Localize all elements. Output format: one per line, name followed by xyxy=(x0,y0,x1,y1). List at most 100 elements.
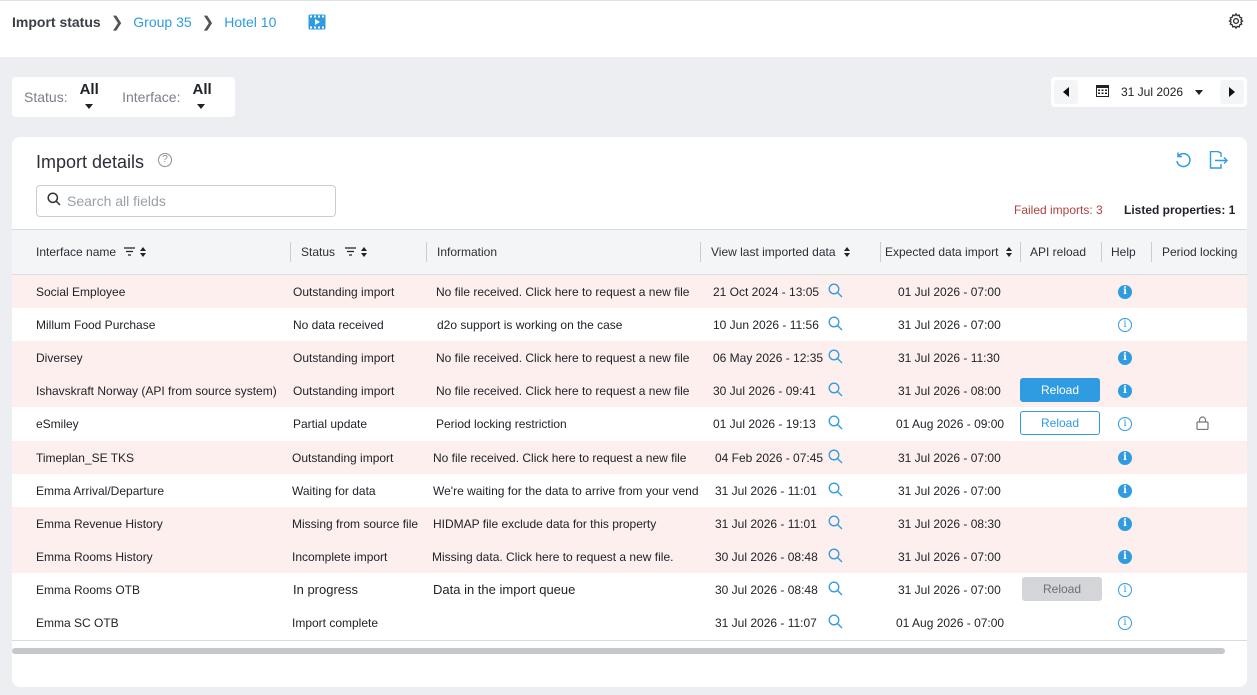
breadcrumb-group[interactable]: Group 35 xyxy=(133,14,191,30)
status-filter-dropdown[interactable]: All xyxy=(80,81,123,114)
information-cell[interactable]: Data in the import queue xyxy=(433,573,706,606)
information-cell[interactable]: Period locking restriction xyxy=(436,407,709,440)
col-help-label: Help xyxy=(1111,245,1136,259)
table-row[interactable]: Emma Rooms History Incomplete import Missi… xyxy=(12,540,1247,573)
info-outline-icon[interactable]: i xyxy=(1118,417,1132,431)
last-import-cell: 06 May 2026 - 12:35 xyxy=(713,350,823,365)
search-icon[interactable] xyxy=(828,415,843,433)
search-icon[interactable] xyxy=(828,449,843,467)
info-icon[interactable]: i xyxy=(1118,451,1132,465)
last-import-cell: 31 Jul 2026 - 11:01 xyxy=(715,483,817,498)
info-outline-icon[interactable]: i xyxy=(1118,583,1132,597)
interface-name-cell: Emma Arrival/Departure xyxy=(36,483,165,498)
status-cell: Outstanding import xyxy=(293,350,395,365)
filter-icon[interactable] xyxy=(345,245,357,259)
table-row[interactable]: Social Employee Outstanding import No file… xyxy=(12,275,1247,308)
expected-import-cell: 31 Jul 2026 - 07:00 xyxy=(898,483,1001,498)
last-import-cell: 30 Jul 2026 - 08:48 xyxy=(715,549,818,564)
information-cell[interactable]: No file received. Click here to request … xyxy=(436,341,709,374)
info-outline-icon[interactable]: i xyxy=(1118,318,1132,332)
horizontal-scrollbar[interactable] xyxy=(12,648,1225,654)
sort-icon[interactable] xyxy=(361,247,368,257)
information-cell[interactable]: HIDMAP file exclude data for this proper… xyxy=(433,507,706,540)
search-icon[interactable] xyxy=(828,548,843,566)
interface-name-cell: Emma Rooms History xyxy=(36,549,153,564)
status-cell: Missing from source file xyxy=(292,516,419,531)
col-expected[interactable]: Expected data import xyxy=(885,230,1013,274)
failed-imports-count[interactable]: Failed imports: 3 xyxy=(1014,203,1103,217)
chevron-right-icon: ❯ xyxy=(201,14,215,31)
expected-import-cell: 01 Jul 2026 - 07:00 xyxy=(898,284,1001,299)
last-import-cell: 04 Feb 2026 - 07:45 xyxy=(715,450,824,465)
information-cell[interactable]: No file received. Click here to request … xyxy=(436,374,709,407)
filter-icon[interactable] xyxy=(124,245,136,259)
search-icon[interactable] xyxy=(828,581,843,599)
table-row[interactable]: eSmiley Partial update Period locking rest… xyxy=(12,407,1247,440)
interface-name-cell: Emma Revenue History xyxy=(36,516,163,531)
search-icon[interactable] xyxy=(828,482,843,500)
table-row[interactable]: Timeplan_SE TKS Outstanding import No file… xyxy=(12,441,1247,474)
calendar-icon xyxy=(1096,84,1109,100)
table-row[interactable]: Millum Food Purchase No data received d2o … xyxy=(12,308,1247,341)
information-cell[interactable]: No file received. Click here to request … xyxy=(433,441,706,474)
table-row[interactable]: Diversey Outstanding import No file receiv… xyxy=(12,341,1247,374)
info-icon[interactable]: i xyxy=(1118,484,1132,498)
column-divider xyxy=(1020,242,1021,262)
search-icon[interactable] xyxy=(828,283,843,301)
search-icon[interactable] xyxy=(828,614,843,632)
sort-icon[interactable] xyxy=(1006,247,1013,257)
col-help: Help xyxy=(1111,230,1136,274)
info-icon[interactable]: i xyxy=(1118,550,1132,564)
information-cell[interactable]: No file received. Click here to request … xyxy=(436,275,709,308)
interface-filter-label: Interface: xyxy=(122,89,181,105)
date-dropdown[interactable]: 31 Jul 2026 xyxy=(1081,84,1217,100)
table-row[interactable]: Emma Arrival/Departure Waiting for data We… xyxy=(12,474,1247,507)
info-icon[interactable]: i xyxy=(1118,285,1132,299)
refresh-icon[interactable] xyxy=(1174,151,1192,174)
interface-name-cell: Millum Food Purchase xyxy=(36,317,156,332)
interface-filter-dropdown[interactable]: All xyxy=(192,81,235,114)
caret-down-icon xyxy=(84,104,93,110)
reload-button[interactable]: Reload xyxy=(1020,411,1100,435)
info-icon[interactable]: i xyxy=(1118,384,1132,398)
search-icon[interactable] xyxy=(828,349,843,367)
col-view-last[interactable]: View last imported data xyxy=(711,230,850,274)
column-divider xyxy=(1101,242,1102,262)
info-outline-icon[interactable]: i xyxy=(1118,616,1132,630)
sort-icon[interactable] xyxy=(843,247,850,257)
interface-name-cell: Emma SC OTB xyxy=(36,615,119,630)
gear-icon[interactable] xyxy=(1227,12,1245,30)
information-cell[interactable]: d2o support is working on the case xyxy=(437,308,710,341)
information-cell[interactable]: Missing data. Click here to request a ne… xyxy=(432,540,705,573)
search-icon xyxy=(47,191,61,211)
export-icon[interactable] xyxy=(1209,150,1229,174)
previous-date-button[interactable] xyxy=(1054,80,1078,104)
information-cell[interactable] xyxy=(433,606,706,639)
col-status[interactable]: Status xyxy=(301,230,368,274)
search-icon[interactable] xyxy=(828,515,843,533)
reload-button[interactable]: Reload xyxy=(1020,378,1100,402)
breadcrumb-root[interactable]: Import status xyxy=(12,14,101,30)
search-icon[interactable] xyxy=(828,316,843,334)
last-import-cell: 30 Jul 2026 - 09:41 xyxy=(713,383,816,398)
status-cell: Outstanding import xyxy=(293,383,395,398)
search-icon[interactable] xyxy=(828,382,843,400)
next-date-button[interactable] xyxy=(1220,80,1244,104)
column-divider xyxy=(426,242,427,262)
table-row[interactable]: Emma Rooms OTB In progress Data in the imp… xyxy=(12,573,1247,606)
help-question-icon[interactable]: ? xyxy=(158,153,172,167)
expected-import-cell: 31 Jul 2026 - 07:00 xyxy=(898,549,1001,564)
sort-icon[interactable] xyxy=(140,247,147,257)
breadcrumb-hotel[interactable]: Hotel 10 xyxy=(224,14,276,30)
table-row[interactable]: Emma SC OTB Import complete 31 Jul 2026 - … xyxy=(12,606,1247,639)
information-cell[interactable]: We're waiting for the data to arrive fro… xyxy=(433,474,706,507)
info-icon[interactable]: i xyxy=(1118,351,1132,365)
search-input[interactable] xyxy=(67,193,317,209)
expected-import-cell: 01 Aug 2026 - 07:00 xyxy=(896,615,1005,630)
info-icon[interactable]: i xyxy=(1118,517,1132,531)
table-row[interactable]: Emma Revenue History Missing from source … xyxy=(12,507,1247,540)
video-tutorial-icon[interactable] xyxy=(308,14,326,30)
status-cell: Import complete xyxy=(292,615,379,630)
table-row[interactable]: Ishavskraft Norway (API from source syst… xyxy=(12,374,1247,407)
col-interface-name[interactable]: Interface name xyxy=(36,230,147,274)
